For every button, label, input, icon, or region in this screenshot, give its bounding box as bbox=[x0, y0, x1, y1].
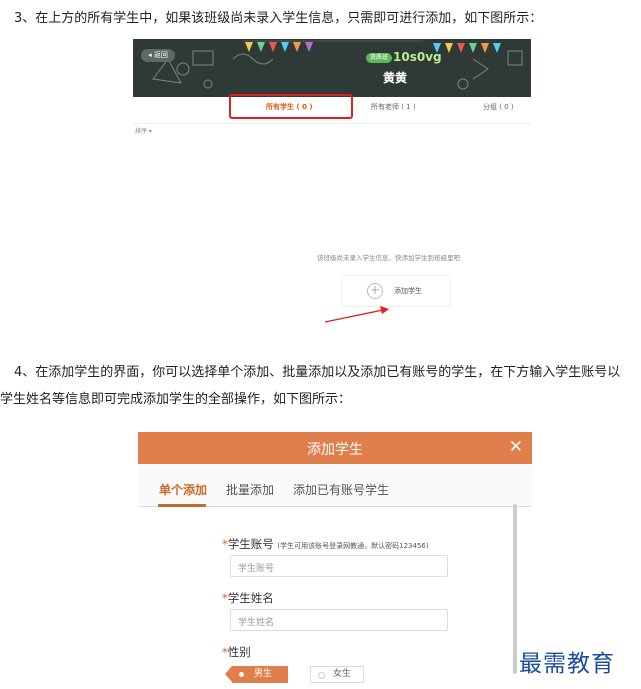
class-code: 10s0vg bbox=[393, 50, 442, 64]
add-student-button[interactable]: + 添加学生 bbox=[341, 275, 451, 307]
plus-icon: + bbox=[367, 283, 383, 299]
account-label: *学生账号 (学生可用该账号登录网教通，默认密码123456) bbox=[222, 537, 429, 551]
sort-dropdown[interactable]: 排序 ▾ bbox=[135, 126, 152, 135]
chalkboard-decoration bbox=[152, 40, 523, 90]
tab-single-add[interactable]: 单个添加 bbox=[159, 481, 207, 498]
empty-state-hint: 该班级尚未录入学生信息，快添加学生到班级里吧 bbox=[317, 254, 460, 262]
add-student-dialog: 添加学生 ✕ 单个添加 批量添加 添加已有账号学生 *学生账号 (学生可用该账号… bbox=[138, 432, 532, 689]
tab-add-existing-account[interactable]: 添加已有账号学生 bbox=[293, 481, 389, 498]
account-note: (学生可用该账号登录网教通，默认密码123456) bbox=[277, 542, 429, 550]
tab-all-teachers[interactable]: 所有老师 ( 1 ) bbox=[371, 102, 416, 112]
gender-label: *性别 bbox=[222, 645, 251, 659]
scrollbar[interactable] bbox=[513, 504, 517, 674]
gender-female-option[interactable]: 女生 bbox=[310, 666, 364, 683]
account-input[interactable]: 学生账号 bbox=[230, 555, 448, 577]
class-page-screenshot: ◂ 返回 资质班 10s0vg 黄黄 所有学生 ( 0 ) 所有老师 ( 1 )… bbox=[133, 34, 531, 334]
name-input[interactable]: 学生姓名 bbox=[230, 609, 448, 631]
close-icon[interactable]: ✕ bbox=[509, 437, 523, 457]
dialog-header: 添加学生 ✕ bbox=[138, 432, 532, 464]
watermark-logo: 最需教育 bbox=[519, 651, 615, 677]
selected-dot-icon bbox=[239, 672, 244, 677]
add-mode-tabs: 单个添加 批量添加 添加已有账号学生 bbox=[138, 464, 532, 507]
active-mode-underline bbox=[158, 504, 206, 507]
back-button[interactable]: ◂ 返回 bbox=[141, 49, 175, 62]
dialog-title: 添加学生 bbox=[307, 442, 363, 458]
class-banner: ◂ 返回 资质班 10s0vg 黄黄 bbox=[133, 39, 531, 97]
radio-dot-icon bbox=[318, 672, 325, 679]
tab-groups[interactable]: 分组 ( 0 ) bbox=[483, 102, 514, 112]
step4-text-line2: 学生姓名等信息即可完成添加学生的全部操作，如下图所示： bbox=[0, 392, 352, 407]
name-label: *学生姓名 bbox=[222, 591, 274, 605]
tab-batch-add[interactable]: 批量添加 bbox=[226, 481, 274, 498]
gender-male-option[interactable]: 男生 bbox=[225, 666, 288, 683]
teacher-name: 黄黄 bbox=[383, 71, 408, 85]
grade-badge: 资质班 bbox=[366, 53, 393, 63]
step3-text: 3、在上方的所有学生中，如果该班级尚未录入学生信息，只需即可进行添加，如下图所示… bbox=[14, 11, 543, 26]
red-arrow bbox=[324, 306, 389, 323]
highlight-box bbox=[229, 94, 353, 119]
add-student-label: 添加学生 bbox=[394, 287, 422, 295]
step4-text-line1: 4、在添加学生的界面，你可以选择单个添加、批量添加以及添加已有账号的学生，在下方… bbox=[14, 365, 621, 380]
